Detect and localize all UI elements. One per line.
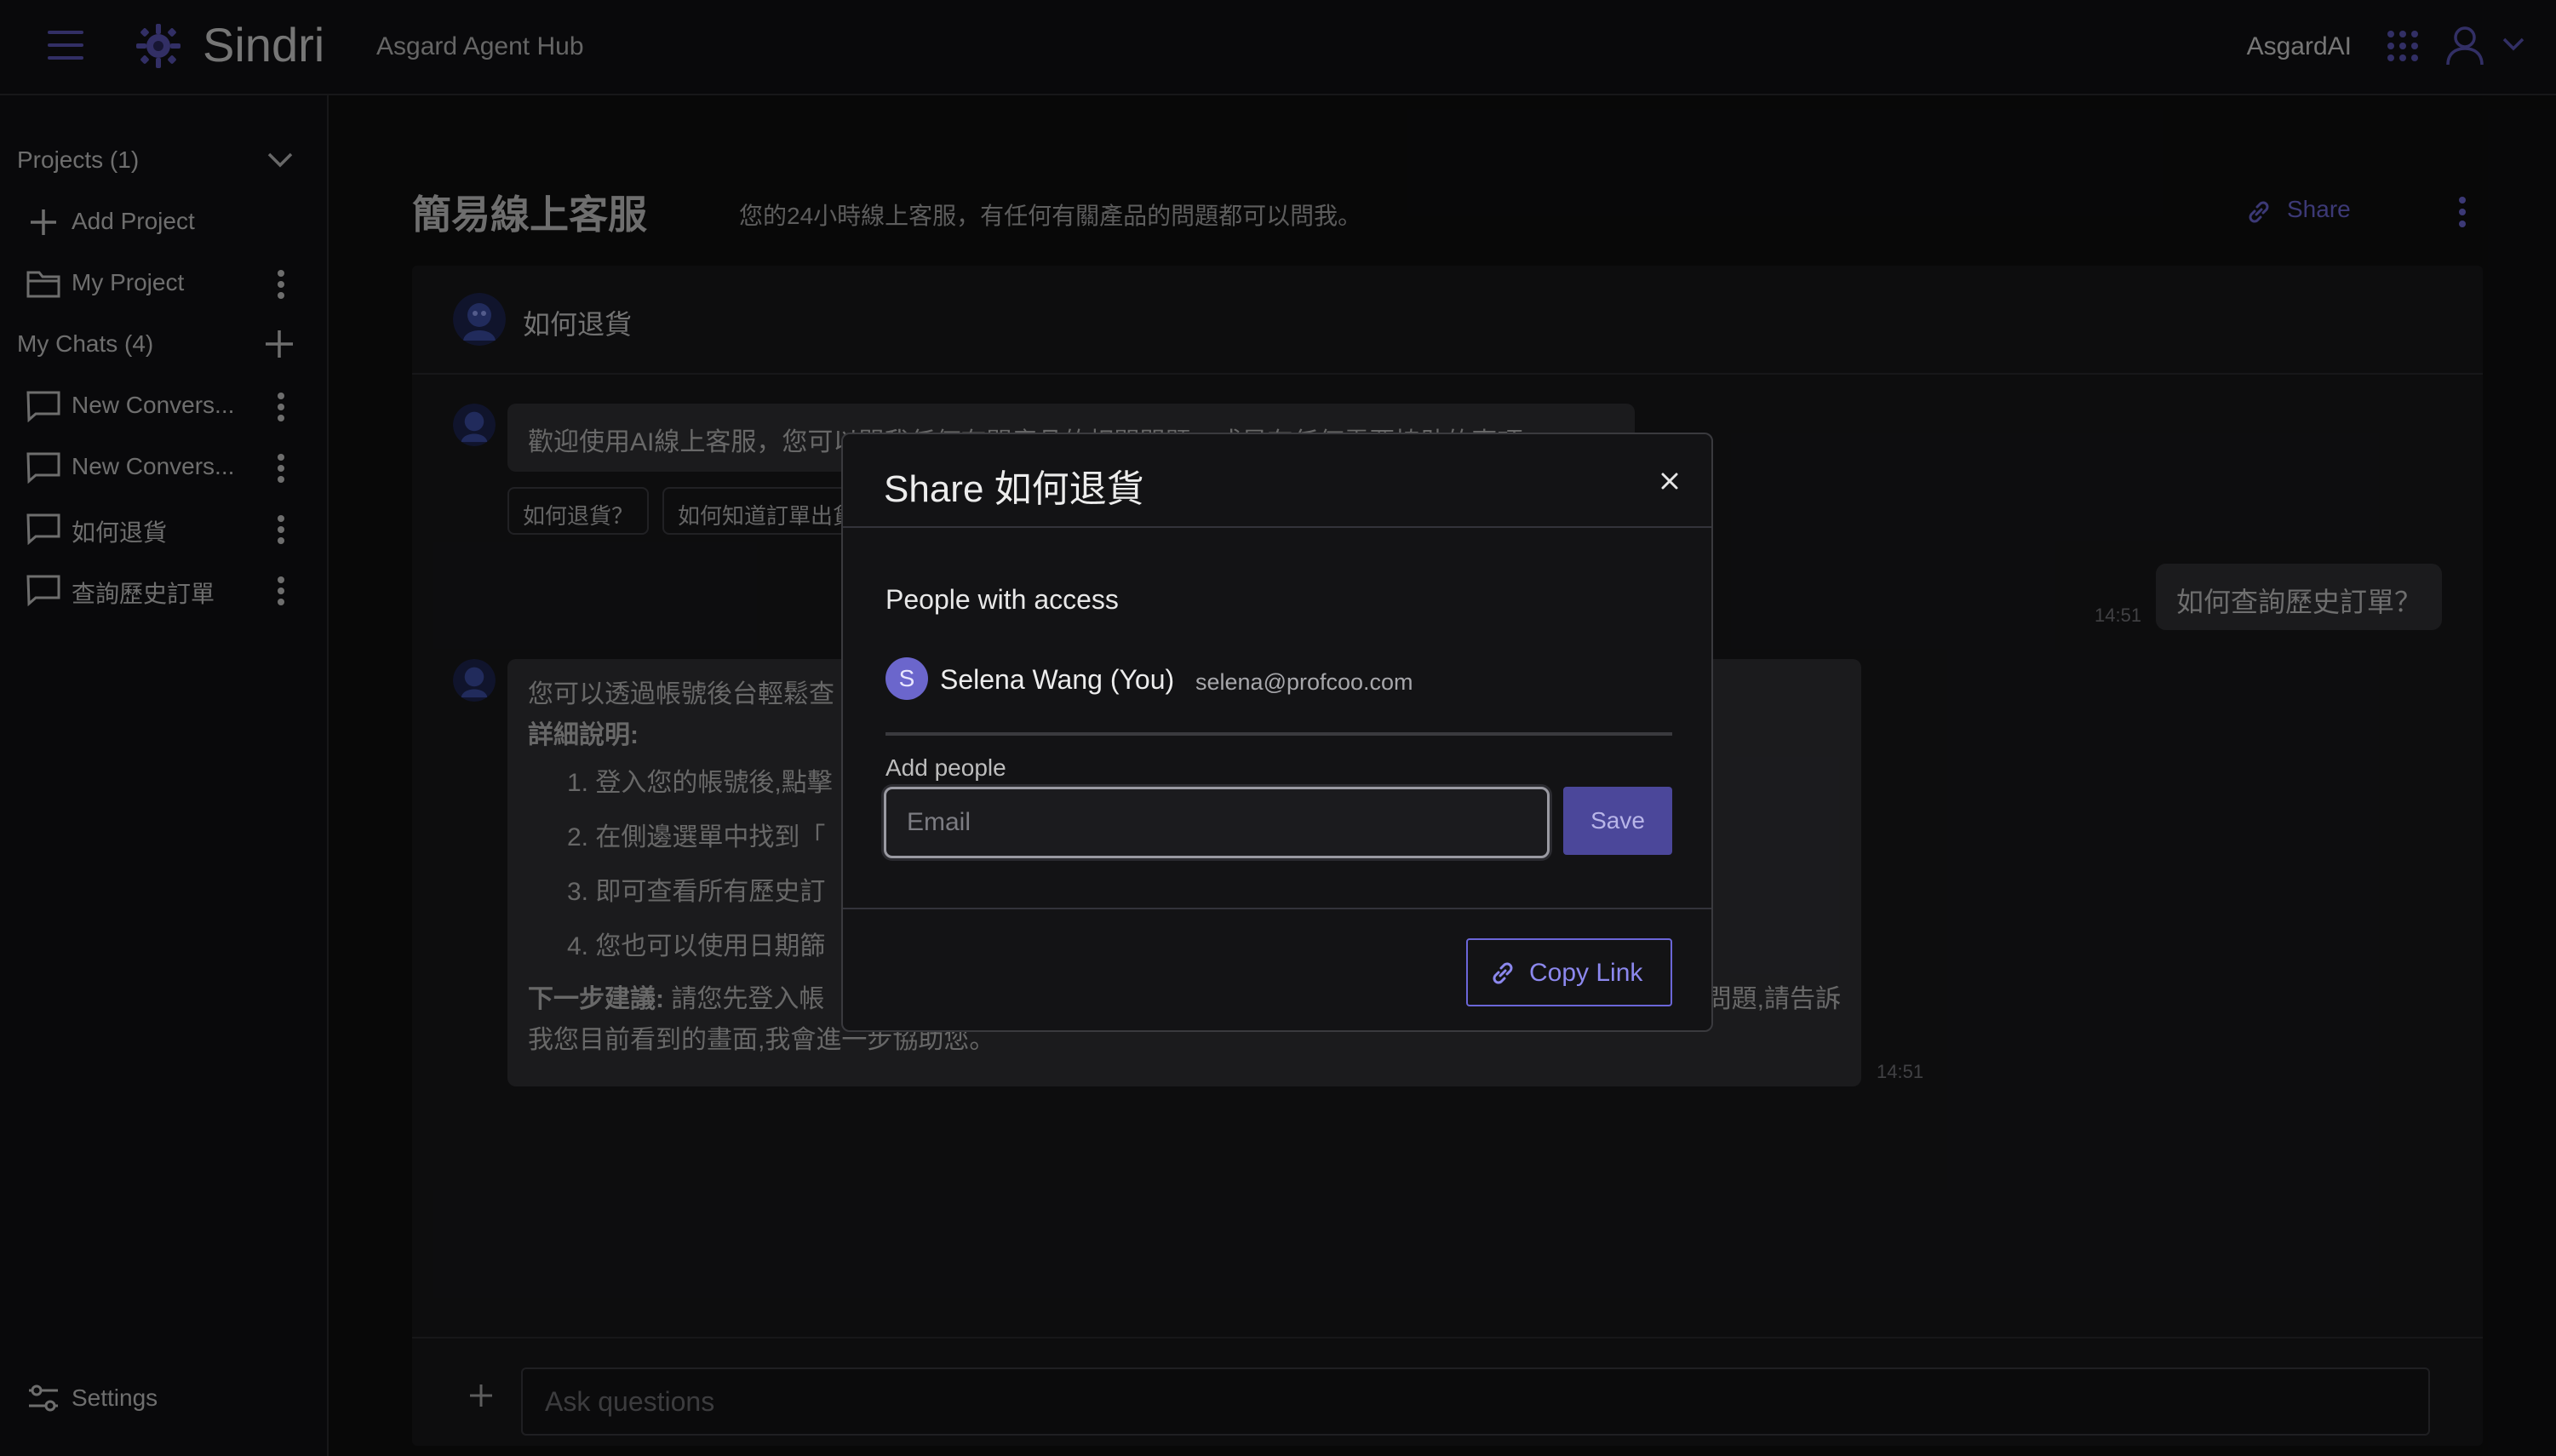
- copy-link-button[interactable]: Copy Link: [1466, 938, 1672, 1006]
- save-button[interactable]: Save: [1563, 787, 1672, 855]
- add-people-label: Add people: [885, 754, 1006, 781]
- divider: [885, 732, 1672, 736]
- person-name: Selena Wang (You): [940, 664, 1175, 695]
- copy-link-label: Copy Link: [1529, 959, 1643, 987]
- email-field[interactable]: [886, 789, 1547, 856]
- link-icon: [1493, 962, 1513, 984]
- email-field-wrapper: [884, 787, 1550, 858]
- share-dialog-footer: Copy Link: [843, 908, 1711, 1032]
- close-icon[interactable]: [1660, 472, 1679, 490]
- share-dialog: Share 如何退貨 People with access S Selena W…: [841, 433, 1713, 1032]
- people-with-access-heading: People with access: [885, 584, 1119, 615]
- person-email: selena@profcoo.com: [1195, 669, 1413, 695]
- access-person-row: S Selena Wang (You) selena@profcoo.com: [885, 657, 1669, 702]
- share-dialog-title: Share 如何退貨: [884, 468, 1144, 510]
- avatar: S: [885, 657, 928, 700]
- share-dialog-header: Share 如何退貨: [843, 434, 1711, 528]
